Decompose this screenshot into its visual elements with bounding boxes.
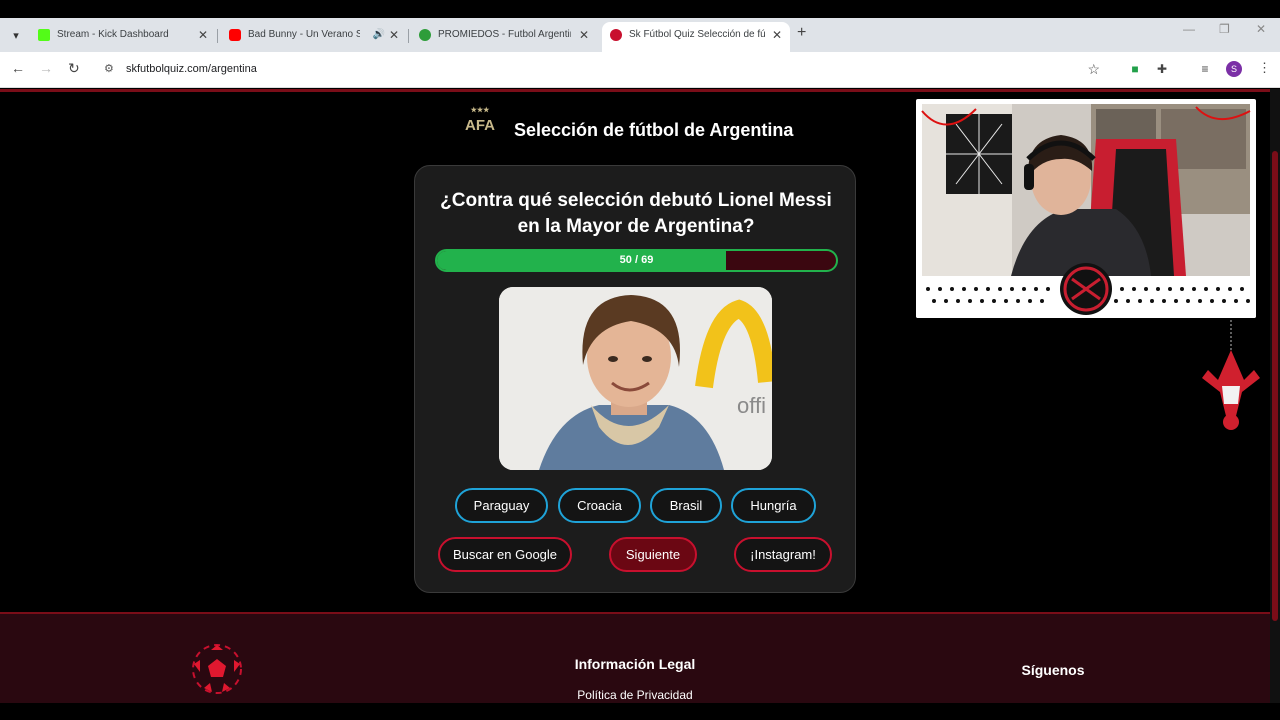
browser-toolbar: ← → ↻ ⚙ skfutbolquiz.com/argentina ☆ ■ ✚… <box>0 52 1280 88</box>
extensions-puzzle-icon[interactable]: ✚ <box>1154 61 1170 77</box>
close-icon[interactable]: ✕ <box>579 22 589 48</box>
screen: ▾ Stream - Kick Dashboard ✕ Bad Bunny - … <box>0 0 1280 720</box>
forward-icon[interactable]: → <box>39 60 53 76</box>
menu-kebab-icon[interactable]: ⋮ <box>1258 60 1271 76</box>
new-tab-button[interactable]: + <box>797 24 806 42</box>
close-icon[interactable]: ✕ <box>198 22 208 48</box>
webcam-overlay <box>916 99 1256 318</box>
minimize-icon[interactable]: — <box>1183 22 1195 36</box>
webcam-feed <box>916 104 1256 318</box>
extension-green-icon[interactable]: ■ <box>1127 61 1143 77</box>
back-icon[interactable]: ← <box>11 60 25 76</box>
kick-icon <box>38 29 50 41</box>
soccer-ball-icon <box>192 644 242 694</box>
page-title: Selección de fútbol de Argentina <box>514 120 794 140</box>
tab-separator <box>408 29 409 43</box>
question-text: ¿Contra qué selección debutó Lionel Mess… <box>440 190 832 237</box>
tab-separator <box>217 29 218 43</box>
ball-icon <box>610 29 622 41</box>
footer: Información Legal Política de Privacidad… <box>0 612 1270 706</box>
tab-promiedos[interactable]: PROMIEDOS - Futbol Argentino ✕ <box>411 22 597 52</box>
legal-info-heading: Información Legal <box>574 656 696 672</box>
page-scrollbar[interactable] <box>1270 89 1280 703</box>
progress-bar: 50 / 69 <box>435 249 838 272</box>
google-search-button[interactable]: Buscar en Google <box>438 537 572 572</box>
follow-us-heading: Síguenos <box>1021 662 1085 678</box>
close-window-icon[interactable]: ✕ <box>1256 22 1266 36</box>
speaker-icon[interactable]: 🔊 <box>373 22 385 48</box>
scrollbar-thumb[interactable] <box>1272 151 1278 621</box>
reload-icon[interactable]: ↻ <box>68 60 80 77</box>
profile-avatar[interactable]: S <box>1226 61 1242 77</box>
media-control-icon[interactable]: ≡ <box>1197 61 1213 77</box>
site-settings-icon[interactable]: ⚙ <box>104 62 114 75</box>
quiz-card: ¿Contra qué selección debutó Lionel Mess… <box>414 165 856 593</box>
privacy-policy-link[interactable]: Política de Privacidad <box>535 688 735 702</box>
player-photo-image: offi <box>499 287 772 470</box>
option-button-hungria[interactable]: Hungría <box>731 488 816 523</box>
close-icon[interactable]: ✕ <box>389 22 399 48</box>
option-button-croacia[interactable]: Croacia <box>558 488 641 523</box>
progress-label: 50 / 69 <box>619 254 654 266</box>
tab-kick[interactable]: Stream - Kick Dashboard ✕ <box>30 22 216 52</box>
photo-background-text: offi <box>737 393 766 418</box>
youtube-icon <box>229 29 241 41</box>
tab-skfutbolquiz[interactable]: Sk Fútbol Quiz Selección de fút ✕ <box>602 22 790 52</box>
url-text[interactable]: skfutbolquiz.com/argentina <box>126 63 257 75</box>
stars-icon: ★★★ <box>470 107 490 114</box>
bottom-black-strip <box>0 703 1280 720</box>
address-bar[interactable]: ⚙ skfutbolquiz.com/argentina ☆ <box>98 56 1110 84</box>
instagram-button[interactable]: ¡Instagram! <box>734 537 832 572</box>
spiderman-hanging-icon <box>1202 320 1260 430</box>
browser-tab-bar: ▾ Stream - Kick Dashboard ✕ Bad Bunny - … <box>0 18 1280 52</box>
player-photo: offi <box>499 287 772 470</box>
restore-icon[interactable]: ❐ <box>1219 22 1230 36</box>
afa-logo: ★★★ AFA <box>465 107 495 134</box>
option-button-paraguay[interactable]: Paraguay <box>455 488 548 523</box>
option-button-brasil[interactable]: Brasil <box>650 488 722 523</box>
top-black-strip <box>0 0 1280 18</box>
bookmark-star-icon[interactable]: ☆ <box>1087 61 1100 78</box>
promiedos-icon <box>419 29 431 41</box>
close-icon[interactable]: ✕ <box>772 22 782 48</box>
tab-youtube[interactable]: Bad Bunny - Un Verano Sin 🔊 ✕ <box>221 22 407 52</box>
tab-search-icon[interactable]: ▾ <box>6 26 26 46</box>
next-button[interactable]: Siguiente <box>609 537 697 572</box>
